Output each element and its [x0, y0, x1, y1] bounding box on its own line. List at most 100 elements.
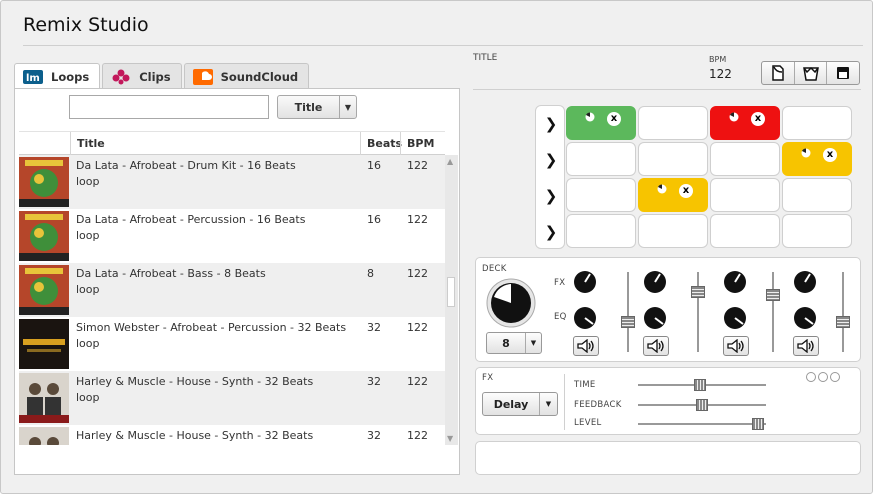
fx-slot-indicators [806, 372, 840, 382]
table-row[interactable]: Da Lata - Afrobeat - Percussion - 16 Bea… [19, 209, 445, 263]
chevron-down-icon: ▼ [539, 393, 557, 415]
fx-slot-1[interactable] [806, 372, 816, 382]
search-input[interactable] [69, 95, 269, 119]
fx-level-slider[interactable] [638, 418, 766, 430]
channel-fader[interactable] [690, 272, 706, 352]
clip-remove-icon[interactable]: x [823, 148, 837, 162]
clip-remove-icon[interactable]: x [751, 112, 765, 126]
table-row[interactable]: Da Lata - Afrobeat - Bass - 8 Beats loop… [19, 263, 445, 317]
channel-fader[interactable] [620, 272, 636, 352]
row-launch-button[interactable]: ❯ [536, 106, 566, 142]
fader-handle[interactable] [836, 316, 850, 328]
loop-type: loop [76, 175, 100, 188]
loop-title: Harley & Muscle - House - Synth - 32 Bea… [76, 429, 314, 442]
chevron-down-icon: ▼ [525, 333, 541, 353]
clip-cell[interactable]: x [566, 106, 636, 140]
fader-handle[interactable] [766, 289, 780, 301]
tab-label: SoundCloud [220, 69, 299, 84]
tab-loops[interactable]: lm Loops [14, 63, 101, 90]
clip-cell[interactable] [566, 178, 636, 212]
deck-size-select[interactable]: 8 ▼ [486, 332, 542, 354]
chevron-right-icon: ❯ [544, 187, 558, 205]
scroll-up-icon[interactable]: ▲ [447, 157, 453, 166]
column-header-title[interactable]: Title [70, 132, 360, 155]
title-divider [23, 45, 863, 46]
table-row[interactable]: Harley & Muscle - House - Synth - 32 Bea… [19, 371, 445, 425]
fader-handle[interactable] [621, 316, 635, 328]
scroll-down-icon[interactable]: ▼ [447, 434, 453, 443]
progress-indicator-icon [801, 148, 811, 158]
fx-feedback-slider[interactable] [638, 399, 766, 411]
clip-remove-icon[interactable]: x [679, 184, 693, 198]
fx-effect-value: Delay [493, 397, 529, 411]
chevron-right-icon: ❯ [544, 115, 558, 133]
fx-knob[interactable] [793, 270, 817, 294]
channel-fader[interactable] [835, 272, 851, 352]
row-launch-button[interactable]: ❯ [536, 142, 566, 178]
column-header-bpm[interactable]: BPM [400, 132, 445, 155]
eq-knob[interactable] [723, 306, 747, 330]
clip-cell[interactable] [710, 214, 780, 248]
row-launch-button[interactable]: ❯ [536, 178, 566, 214]
album-cover-afro-brasil [19, 157, 69, 207]
clip-cell[interactable] [710, 142, 780, 176]
clip-cell[interactable] [710, 178, 780, 212]
fx-slot-2[interactable] [818, 372, 828, 382]
slider-handle[interactable] [752, 418, 764, 430]
slider-handle[interactable] [696, 399, 708, 411]
progress-indicator-icon [657, 184, 667, 194]
mute-button[interactable] [723, 336, 749, 356]
new-deck-button[interactable] [762, 62, 794, 84]
eq-knob[interactable] [573, 306, 597, 330]
clip-cell[interactable]: x [710, 106, 780, 140]
fader-handle[interactable] [691, 286, 705, 298]
clip-cell[interactable] [566, 214, 636, 248]
sort-select[interactable]: Title ▼ [277, 95, 357, 119]
slider-handle[interactable] [694, 379, 706, 391]
tab-clips[interactable]: Clips [102, 63, 182, 89]
deck-mixer: DECK FX EQ 8 ▼ [475, 257, 861, 362]
eq-knob[interactable] [643, 306, 667, 330]
fx-knob[interactable] [643, 270, 667, 294]
fx-knob[interactable] [573, 270, 597, 294]
clip-cell[interactable] [638, 106, 708, 140]
save-deck-button[interactable] [826, 62, 859, 84]
fx-time-slider[interactable] [638, 379, 766, 391]
column-header-beats[interactable]: Beats [360, 132, 402, 155]
fx-panel: FX Delay ▼ TIME FEEDBACK LEVEL [475, 367, 861, 435]
channel-fader[interactable] [765, 272, 781, 352]
fx-slot-3[interactable] [830, 372, 840, 382]
clip-cell[interactable] [782, 178, 852, 212]
row-launch-button[interactable]: ❯ [536, 214, 566, 250]
clip-cell[interactable] [782, 106, 852, 140]
clear-deck-button[interactable] [793, 62, 827, 84]
mute-button[interactable] [573, 336, 599, 356]
tab-soundcloud[interactable]: SoundCloud [183, 63, 310, 89]
mute-button[interactable] [793, 336, 819, 356]
loop-type: loop [76, 283, 100, 296]
app-title: Remix Studio [23, 14, 149, 36]
speaker-icon [577, 339, 594, 353]
album-cover-global-beatworks [19, 319, 69, 369]
clip-cell[interactable] [782, 214, 852, 248]
table-row[interactable]: Simon Webster - Afrobeat - Percussion - … [19, 317, 445, 371]
mute-button[interactable] [643, 336, 669, 356]
loop-bpm: 122 [407, 213, 428, 226]
loop-title: Simon Webster - Afrobeat - Percussion - … [76, 321, 347, 334]
svg-text:lm: lm [26, 73, 40, 84]
clip-remove-icon[interactable]: x [607, 112, 621, 126]
fx-param-label: TIME [574, 380, 596, 390]
clip-cell[interactable] [638, 214, 708, 248]
fx-effect-select[interactable]: Delay ▼ [482, 392, 558, 416]
list-scrollbar[interactable]: ▲ ▼ [445, 155, 458, 445]
clip-cell[interactable] [566, 142, 636, 176]
eq-knob[interactable] [793, 306, 817, 330]
scrollbar-thumb[interactable] [447, 277, 455, 307]
deck-size-dial[interactable] [486, 278, 536, 328]
fx-knob[interactable] [723, 270, 747, 294]
clip-cell[interactable] [638, 142, 708, 176]
clip-cell[interactable]: x [782, 142, 852, 176]
clip-cell[interactable]: x [638, 178, 708, 212]
table-row[interactable]: Da Lata - Afrobeat - Drum Kit - 16 Beats… [19, 155, 445, 209]
table-row[interactable]: Harley & Muscle - House - Synth - 32 Bea… [19, 425, 445, 445]
